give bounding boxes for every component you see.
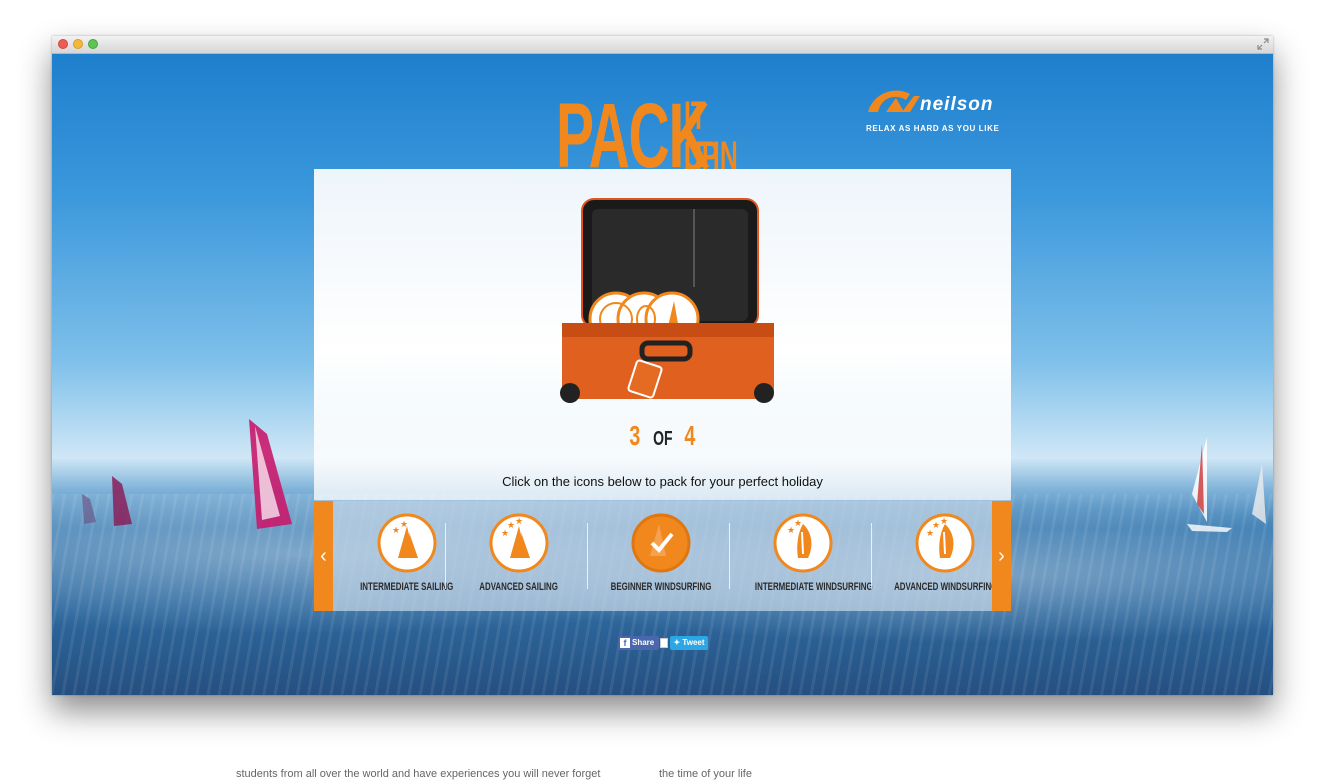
windsurfing-icon (631, 513, 691, 573)
svg-text:★: ★ (932, 520, 940, 530)
progress-counter: 3 OF 4 (314, 419, 1011, 456)
carousel-divider (587, 523, 588, 589)
suitcase-illustration (560, 198, 774, 403)
suitcase-panel: 3 OF 4 Click on the icons below to pack … (314, 169, 1011, 501)
carousel-prev-button[interactable]: ‹ (314, 501, 333, 611)
svg-text:★: ★ (515, 516, 523, 526)
page-viewport: PACK IT UP IT IN neilson RELAX AS HARD A… (52, 54, 1273, 695)
svg-text:★: ★ (392, 525, 400, 535)
neilson-logo-icon (868, 90, 920, 112)
tweet-label: Tweet (682, 638, 705, 647)
progress-separator: OF (652, 428, 673, 450)
activity-carousel: ‹ ★ ★ INTERMEDIATE SAILING ★ ★ ★ ADVANCE… (314, 501, 1011, 611)
twitter-bird-icon: ✦ (673, 638, 681, 647)
zoom-window-button[interactable] (88, 39, 98, 49)
chevron-left-icon: ‹ (320, 545, 327, 567)
browser-window: PACK IT UP IT IN neilson RELAX AS HARD A… (52, 36, 1273, 695)
close-window-button[interactable] (58, 39, 68, 49)
below-fold-text-left: students from all over the world and hav… (236, 768, 601, 780)
carousel-divider (871, 523, 872, 589)
below-fold-text-right: the time of your life (659, 768, 752, 780)
activity-label: ADVANCED SAILING (479, 581, 559, 593)
windsurfing-icon: ★ ★ ★ (915, 513, 975, 573)
carousel-divider (445, 523, 446, 589)
carousel-next-button[interactable]: › (992, 501, 1011, 611)
window-titlebar (52, 36, 1273, 54)
instruction-text: Click on the icons below to pack for you… (502, 474, 823, 489)
svg-text:★: ★ (400, 519, 408, 529)
activity-intermediate-windsurfing[interactable]: ★ ★ INTERMEDIATE WINDSURFING (732, 501, 874, 611)
chevron-right-icon: › (998, 545, 1005, 567)
progress-total: 4 (684, 420, 696, 451)
brand-name: neilson (920, 94, 994, 115)
sailing-icon: ★ ★ ★ (489, 513, 549, 573)
brand-logo[interactable]: neilson RELAX AS HARD AS YOU LIKE (864, 84, 1004, 134)
minimize-window-button[interactable] (73, 39, 83, 49)
carousel-divider (729, 523, 730, 589)
share-count-bubble (660, 638, 668, 648)
share-label: Share (632, 638, 655, 647)
brand-tagline: RELAX AS HARD AS YOU LIKE (866, 124, 1000, 133)
windsurfing-icon: ★ ★ (773, 513, 833, 573)
activity-beginner-windsurfing[interactable]: BEGINNER WINDSURFING (590, 501, 732, 611)
fullscreen-icon[interactable] (1257, 38, 1269, 50)
facebook-icon: f (620, 638, 630, 648)
activity-label: INTERMEDIATE WINDSURFING (754, 581, 873, 593)
progress-current: 3 (629, 420, 641, 451)
svg-text:★: ★ (940, 516, 948, 526)
svg-text:★: ★ (507, 520, 515, 530)
activity-label: BEGINNER WINDSURFING (610, 581, 712, 593)
activity-advanced-sailing[interactable]: ★ ★ ★ ADVANCED SAILING (448, 501, 590, 611)
tweet-button[interactable]: ✦ Tweet (670, 636, 708, 650)
svg-text:★: ★ (794, 518, 802, 528)
facebook-share-button[interactable]: f Share (618, 636, 659, 650)
sailing-icon: ★ ★ (377, 513, 437, 573)
